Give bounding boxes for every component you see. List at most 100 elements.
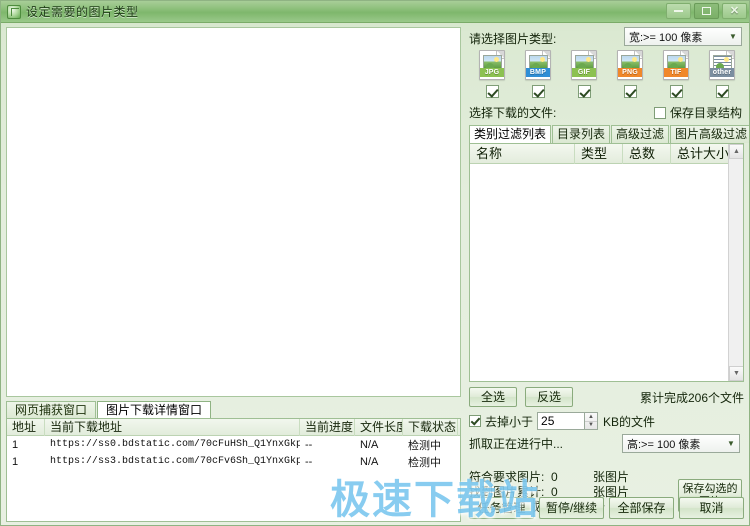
- gif-file-icon: GIF: [571, 50, 597, 80]
- image-thumb-icon: [575, 55, 594, 69]
- filter-tab-strip: 类别过滤列表 目录列表 高级过滤 图片高级过滤 自 ‹ ›: [467, 125, 746, 143]
- other-file-icon: other: [709, 50, 735, 80]
- list-vertical-scrollbar[interactable]: ▲ ▼: [728, 144, 743, 381]
- app-logo-icon: [7, 5, 21, 19]
- image-type-tif[interactable]: TIF: [659, 50, 693, 98]
- other-label: other: [710, 68, 734, 77]
- close-button[interactable]: ✕: [722, 3, 747, 19]
- jpg-checkbox[interactable]: [486, 85, 499, 98]
- size-filter-label: 去掉小于: [485, 413, 533, 430]
- size-filter-unit: KB的文件: [603, 413, 655, 430]
- column-header-file-length: 文件长度: [355, 419, 403, 436]
- minimize-icon: [674, 10, 683, 12]
- stat-unit: 张图片: [593, 470, 629, 485]
- keep-dir-structure-label: 保存目录结构: [670, 106, 742, 120]
- min-width-combo[interactable]: 宽:>= 100 像素 ▼: [624, 27, 742, 46]
- task-manager-button[interactable]: 任务管理: [469, 497, 534, 519]
- cell-url: https://ss3.bdstatic.com/70cFv6Sh_Q1YnxG…: [45, 456, 300, 467]
- chevron-down-icon[interactable]: ▼: [723, 435, 739, 452]
- cell-length: N/A: [355, 439, 403, 451]
- size-filter-stepper[interactable]: ▲▼: [585, 412, 598, 430]
- png-label: PNG: [618, 68, 642, 77]
- download-files-label: 选择下载的文件:: [469, 104, 556, 121]
- minimize-button[interactable]: [666, 3, 691, 19]
- jpg-label: JPG: [480, 68, 504, 77]
- size-filter-checkbox[interactable]: [469, 415, 481, 427]
- list-column-type: 类型: [575, 144, 623, 164]
- gif-checkbox[interactable]: [578, 85, 591, 98]
- title-bar: 设定需要的图片类型 ✕: [1, 1, 750, 23]
- selection-actions-row: 全选 反选 累计完成206个文件: [469, 387, 744, 407]
- image-type-gif[interactable]: GIF: [567, 50, 601, 98]
- download-detail-table: 地址 当前下载地址 当前进度 文件长度 下载状态 1 https://ss0.b…: [6, 418, 461, 522]
- size-filter-input[interactable]: [537, 412, 585, 430]
- min-height-combo[interactable]: 高:>= 100 像素 ▼: [622, 434, 740, 453]
- image-type-bmp[interactable]: BMP: [521, 50, 555, 98]
- close-icon: ✕: [730, 6, 739, 17]
- cell-progress: --: [300, 439, 355, 451]
- stepper-down-icon[interactable]: ▼: [585, 421, 597, 430]
- select-all-button[interactable]: 全选: [469, 387, 517, 407]
- scroll-up-icon[interactable]: ▲: [729, 144, 744, 159]
- pause-resume-button[interactable]: 暂停/继续: [539, 497, 604, 519]
- tif-checkbox[interactable]: [670, 85, 683, 98]
- tab-image-advanced-filter[interactable]: 图片高级过滤: [670, 125, 750, 143]
- category-filter-list[interactable]: 名称 类型 总数 总计大小 ▲ ▼: [469, 143, 744, 382]
- cell-status: 检测中: [403, 437, 458, 453]
- cell-progress: --: [300, 456, 355, 468]
- image-type-jpg[interactable]: JPG: [475, 50, 509, 98]
- image-thumb-icon: [483, 55, 502, 69]
- other-checkbox[interactable]: [716, 85, 729, 98]
- tab-web-capture[interactable]: 网页捕获窗口: [6, 401, 96, 418]
- invert-selection-button[interactable]: 反选: [525, 387, 573, 407]
- image-thumb-icon: [621, 55, 640, 69]
- stepper-up-icon[interactable]: ▲: [585, 413, 597, 421]
- application-window: 设定需要的图片类型 ✕ 网页捕获窗口 图片下载详情窗口 地址 当前下载地址 当前…: [0, 0, 750, 526]
- table-row[interactable]: 1 https://ss3.bdstatic.com/70cFv6Sh_Q1Yn…: [7, 453, 460, 470]
- chevron-down-icon[interactable]: ▼: [725, 28, 741, 45]
- cancel-button[interactable]: 取消: [679, 497, 744, 519]
- gif-label: GIF: [572, 68, 596, 77]
- list-header-row: 名称 类型 总数 总计大小: [470, 144, 743, 164]
- image-type-other[interactable]: other: [705, 50, 739, 98]
- cell-status: 检测中: [403, 454, 458, 470]
- column-header-address: 地址: [7, 419, 45, 436]
- image-type-png[interactable]: PNG: [613, 50, 647, 98]
- bmp-label: BMP: [526, 68, 550, 77]
- maximize-icon: [702, 7, 711, 15]
- keep-dir-structure-option[interactable]: 保存目录结构: [654, 104, 742, 121]
- min-width-value: 宽:>= 100 像素: [629, 29, 702, 45]
- save-all-button[interactable]: 全部保存: [609, 497, 674, 519]
- stat-label: 符合要求图片:: [469, 470, 551, 485]
- png-checkbox[interactable]: [624, 85, 637, 98]
- column-header-progress: 当前进度: [300, 419, 355, 436]
- tab-download-detail[interactable]: 图片下载详情窗口: [97, 401, 211, 418]
- settings-panel: 请选择图片类型: JPG BMP: [467, 27, 746, 522]
- column-header-current-url: 当前下载地址: [45, 419, 300, 436]
- bmp-checkbox[interactable]: [532, 85, 545, 98]
- scroll-down-icon[interactable]: ▼: [729, 366, 744, 381]
- table-row[interactable]: 1 https://ss0.bdstatic.com/70cFuHSh_Q1Yn…: [7, 436, 460, 453]
- cell-address: 1: [7, 439, 45, 451]
- cell-url: https://ss0.bdstatic.com/70cFuHSh_Q1YnxG…: [45, 439, 300, 450]
- column-header-status: 下载状态: [403, 419, 458, 436]
- download-table-header: 地址 当前下载地址 当前进度 文件长度 下载状态: [7, 419, 460, 436]
- tab-category-filter-list[interactable]: 类别过滤列表: [469, 125, 551, 143]
- png-file-icon: PNG: [617, 50, 643, 80]
- stat-value: 0: [551, 470, 593, 485]
- document-lines-icon: [713, 55, 732, 69]
- tif-file-icon: TIF: [663, 50, 689, 80]
- bottom-tab-strip: 网页捕获窗口 图片下载详情窗口: [6, 401, 461, 418]
- window-title: 设定需要的图片类型: [26, 3, 139, 20]
- keep-dir-structure-checkbox[interactable]: [654, 107, 666, 119]
- tif-label: TIF: [664, 68, 688, 77]
- maximize-button[interactable]: [694, 3, 719, 19]
- image-thumb-icon: [667, 55, 686, 69]
- list-column-count: 总数: [623, 144, 671, 164]
- tab-advanced-filter[interactable]: 高级过滤: [611, 125, 669, 143]
- status-text: 抓取正在进行中...: [469, 435, 563, 452]
- web-preview-pane[interactable]: [6, 27, 461, 397]
- cell-length: N/A: [355, 456, 403, 468]
- cell-address: 1: [7, 456, 45, 468]
- tab-directory-list[interactable]: 目录列表: [552, 125, 610, 143]
